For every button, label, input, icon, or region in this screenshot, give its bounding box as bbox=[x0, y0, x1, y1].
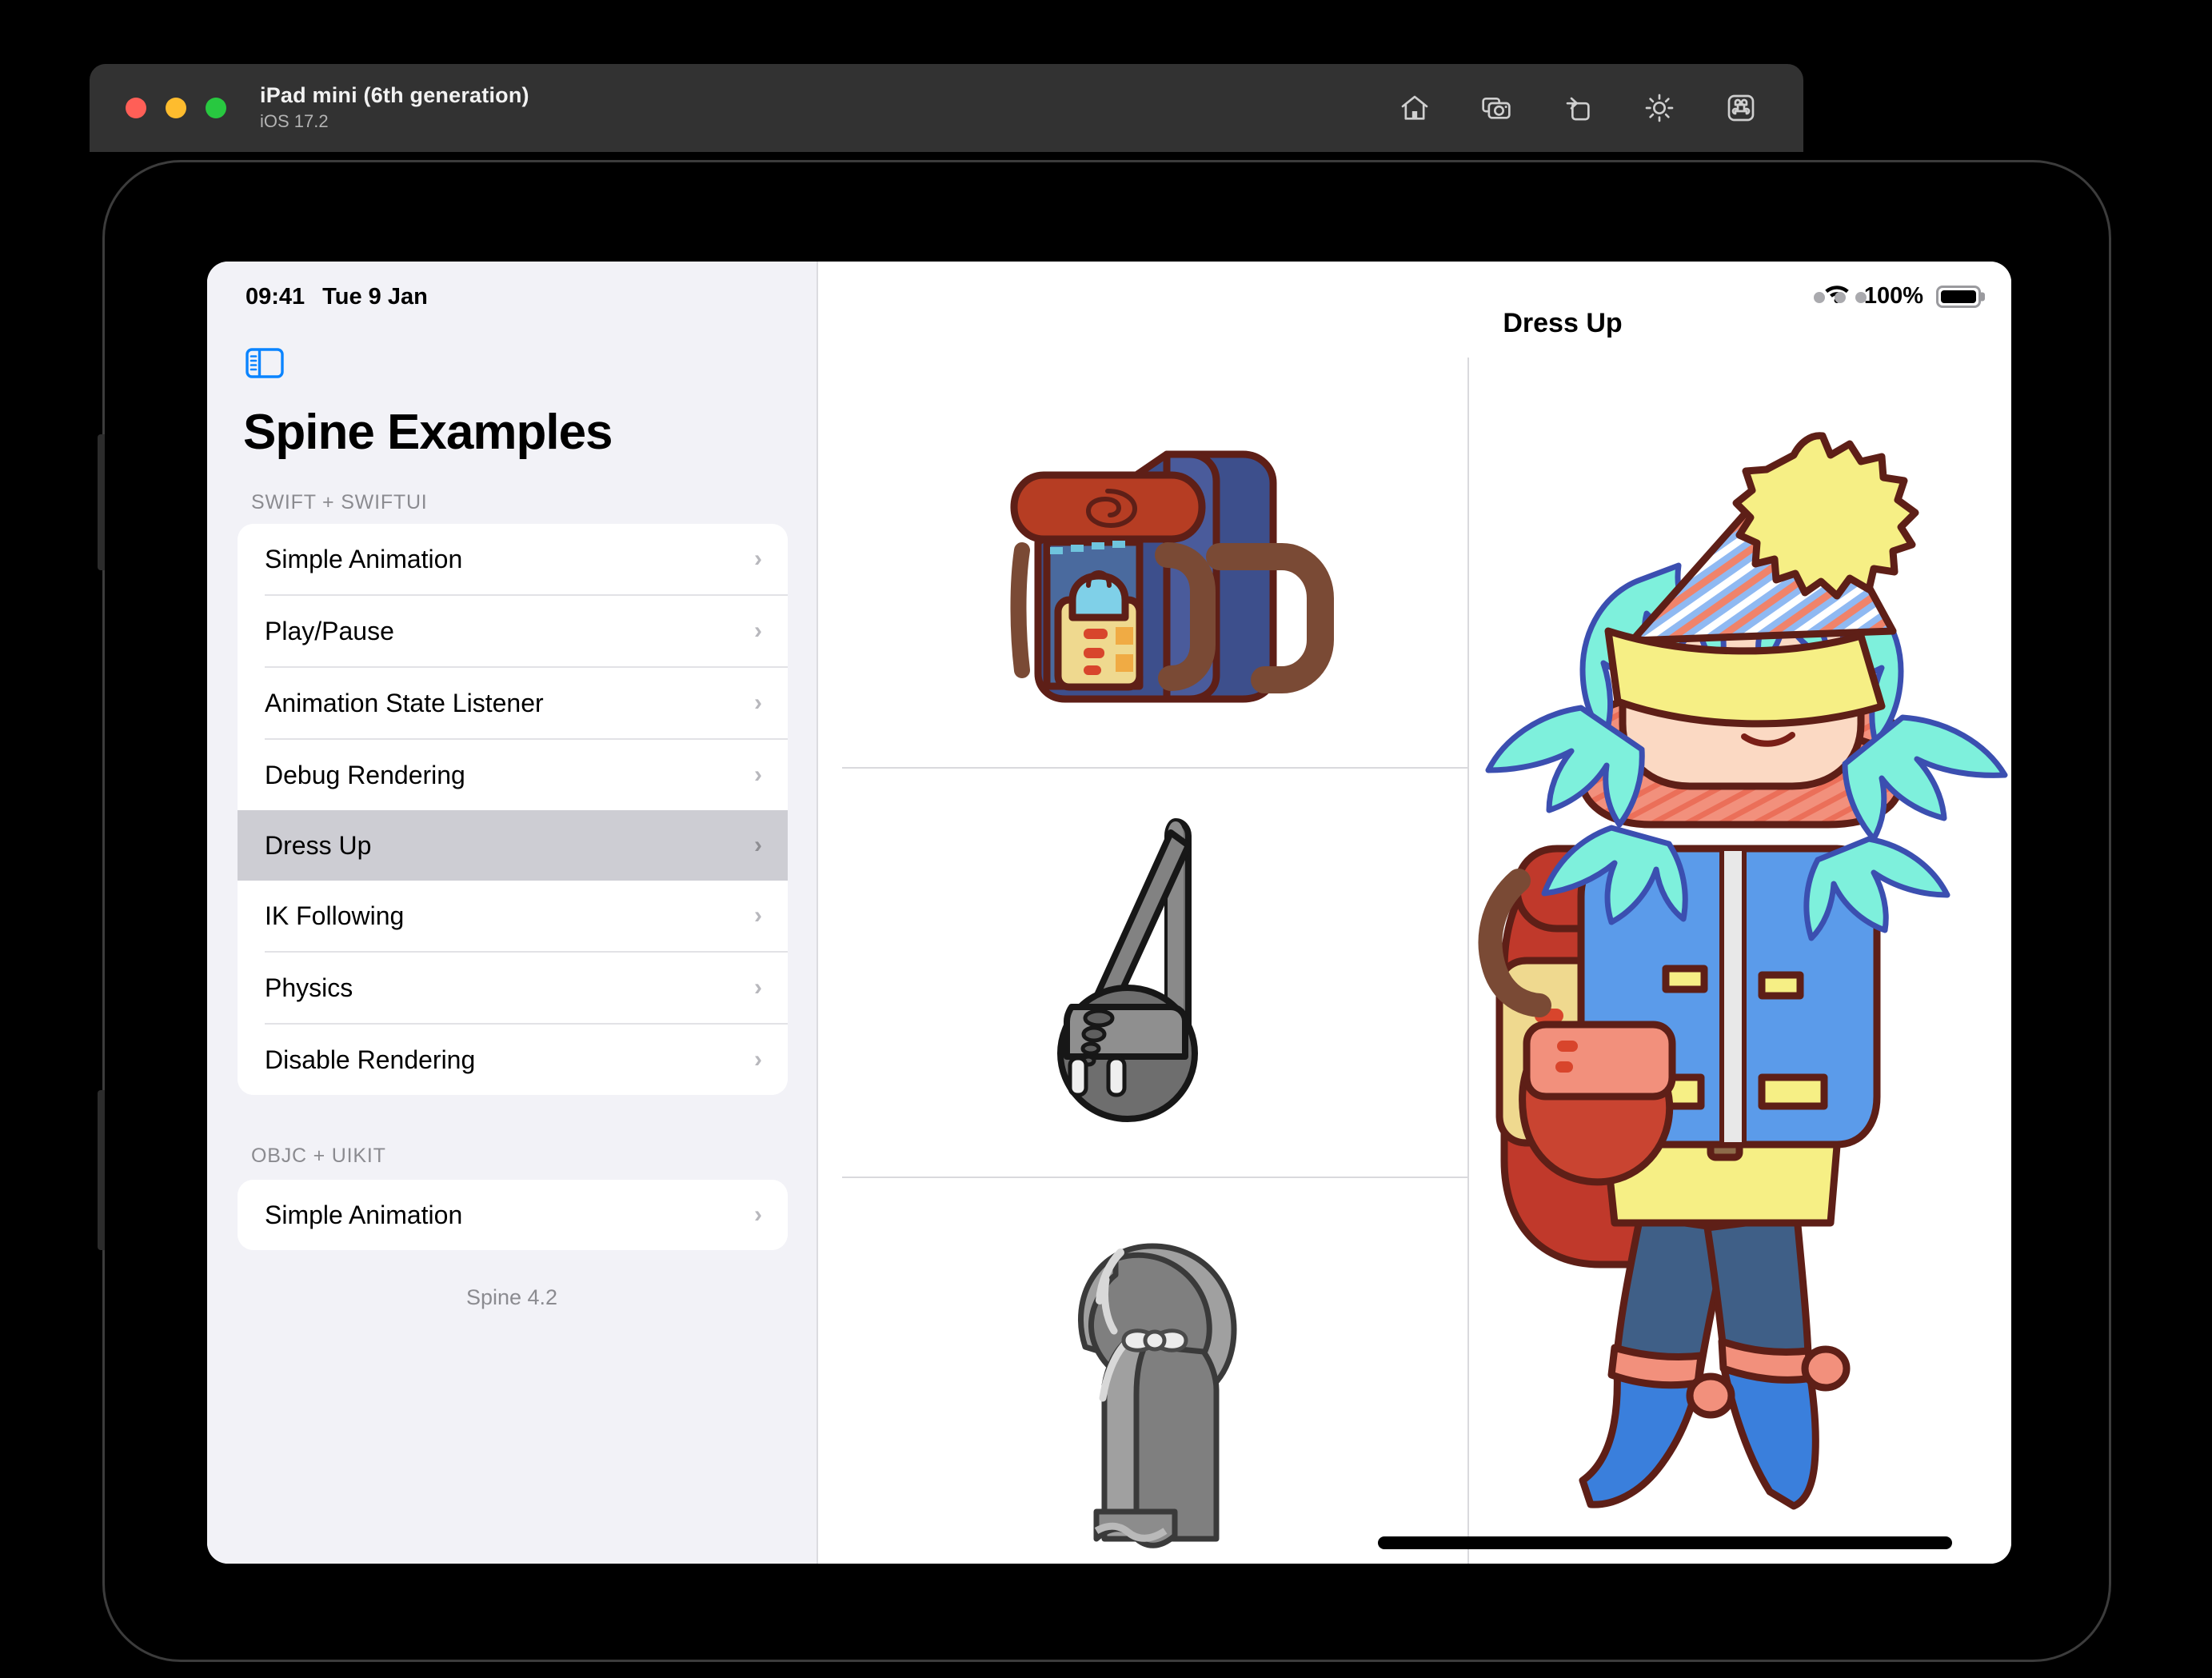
close-button[interactable] bbox=[126, 98, 146, 118]
sidebar-item-simple-animation[interactable]: Simple Animation › bbox=[238, 524, 788, 594]
sidebar-item-label: Debug Rendering bbox=[265, 760, 465, 789]
ipad-screen: 09:41 Tue 9 Jan Spine Examples SWIFT + S… bbox=[207, 262, 2011, 1564]
simulator-os-version: iOS 17.2 bbox=[260, 111, 329, 132]
sidebar-item-play-pause[interactable]: Play/Pause › bbox=[238, 596, 788, 666]
chevron-right-icon: › bbox=[754, 902, 762, 929]
sidebar: 09:41 Tue 9 Jan Spine Examples SWIFT + S… bbox=[207, 262, 818, 1564]
chevron-right-icon: › bbox=[754, 761, 762, 788]
sidebar-section-objc: Simple Animation › bbox=[238, 1180, 788, 1250]
sidebar-item-label: Disable Rendering bbox=[265, 1045, 476, 1074]
keyboard-shortcut-icon[interactable] bbox=[1723, 90, 1759, 126]
status-time: 09:41 bbox=[246, 284, 305, 310]
detail-title: Dress Up bbox=[1503, 308, 1623, 338]
simulator-titlebar: iPad mini (6th generation) iOS 17.2 bbox=[90, 64, 1803, 152]
chevron-right-icon: › bbox=[754, 832, 762, 858]
drag-dots-icon[interactable] bbox=[1814, 292, 1867, 303]
screenshot-root: iPad mini (6th generation) iOS 17.2 09:4… bbox=[0, 0, 2212, 1678]
volume-button-down[interactable] bbox=[98, 1090, 105, 1250]
sidebar-item-animation-state-listener[interactable]: Animation State Listener › bbox=[238, 668, 788, 738]
detail-pane: 100% Dress Up bbox=[818, 262, 2011, 1564]
sidebar-item-debug-rendering[interactable]: Debug Rendering › bbox=[238, 740, 788, 810]
home-indicator[interactable] bbox=[1378, 1536, 1952, 1549]
zoom-button[interactable] bbox=[206, 98, 226, 118]
screenshot-icon[interactable] bbox=[1479, 90, 1514, 126]
sidebar-toggle-icon[interactable] bbox=[246, 348, 284, 378]
chevron-right-icon: › bbox=[754, 1201, 762, 1228]
section-header-objc: OBJC + UIKIT bbox=[251, 1145, 386, 1167]
sidebar-section-swift: Simple Animation › Play/Pause › Animatio… bbox=[238, 524, 788, 1095]
chevron-right-icon: › bbox=[754, 617, 762, 644]
simulator-toolbar bbox=[1397, 90, 1759, 126]
status-date: Tue 9 Jan bbox=[322, 284, 428, 310]
section-header-swift: SWIFT + SWIFTUI bbox=[251, 491, 428, 513]
ipad-device-frame: 09:41 Tue 9 Jan Spine Examples SWIFT + S… bbox=[98, 160, 2111, 1662]
sidebar-item-label: Simple Animation bbox=[265, 544, 463, 573]
dress-up-girl-icon bbox=[1478, 432, 2008, 1510]
sidebar-item-label: IK Following bbox=[265, 901, 405, 930]
sidebar-item-ik-following[interactable]: IK Following › bbox=[238, 881, 788, 951]
sidebar-item-disable-rendering[interactable]: Disable Rendering › bbox=[238, 1025, 788, 1095]
sidebar-item-physics[interactable]: Physics › bbox=[238, 953, 788, 1023]
page-title: Spine Examples bbox=[243, 405, 613, 460]
volume-button-up[interactable] bbox=[98, 434, 105, 570]
sidebar-item-label: Dress Up bbox=[265, 830, 372, 860]
home-icon[interactable] bbox=[1397, 90, 1432, 126]
sidebar-item-label: Play/Pause bbox=[265, 616, 394, 645]
simulator-device-name: iPad mini (6th generation) bbox=[260, 83, 529, 108]
sidebar-item-label: Simple Animation bbox=[265, 1200, 463, 1229]
chevron-right-icon: › bbox=[754, 1046, 762, 1073]
sidebar-item-label: Physics bbox=[265, 973, 353, 1002]
window-traffic-lights bbox=[126, 98, 226, 118]
appearance-icon[interactable] bbox=[1642, 90, 1677, 126]
rotate-icon[interactable] bbox=[1560, 90, 1595, 126]
battery-full-icon bbox=[1936, 285, 1981, 308]
sidebar-item-dress-up[interactable]: Dress Up › bbox=[238, 810, 788, 881]
sidebar-item-objc-simple-animation[interactable]: Simple Animation › bbox=[238, 1180, 788, 1250]
sidebar-footer-version: Spine 4.2 bbox=[465, 1285, 558, 1309]
battery-percent-label: 100% bbox=[1863, 283, 1923, 309]
simulator-title-group: iPad mini (6th generation) iOS 17.2 bbox=[260, 83, 529, 132]
status-bar-left: 09:41 Tue 9 Jan bbox=[246, 284, 428, 310]
chevron-right-icon: › bbox=[754, 689, 762, 716]
minimize-button[interactable] bbox=[166, 98, 186, 118]
sidebar-item-label: Animation State Listener bbox=[265, 688, 544, 717]
chevron-right-icon: › bbox=[754, 545, 762, 572]
character-preview[interactable] bbox=[1471, 358, 2011, 1564]
chevron-right-icon: › bbox=[754, 974, 762, 1001]
